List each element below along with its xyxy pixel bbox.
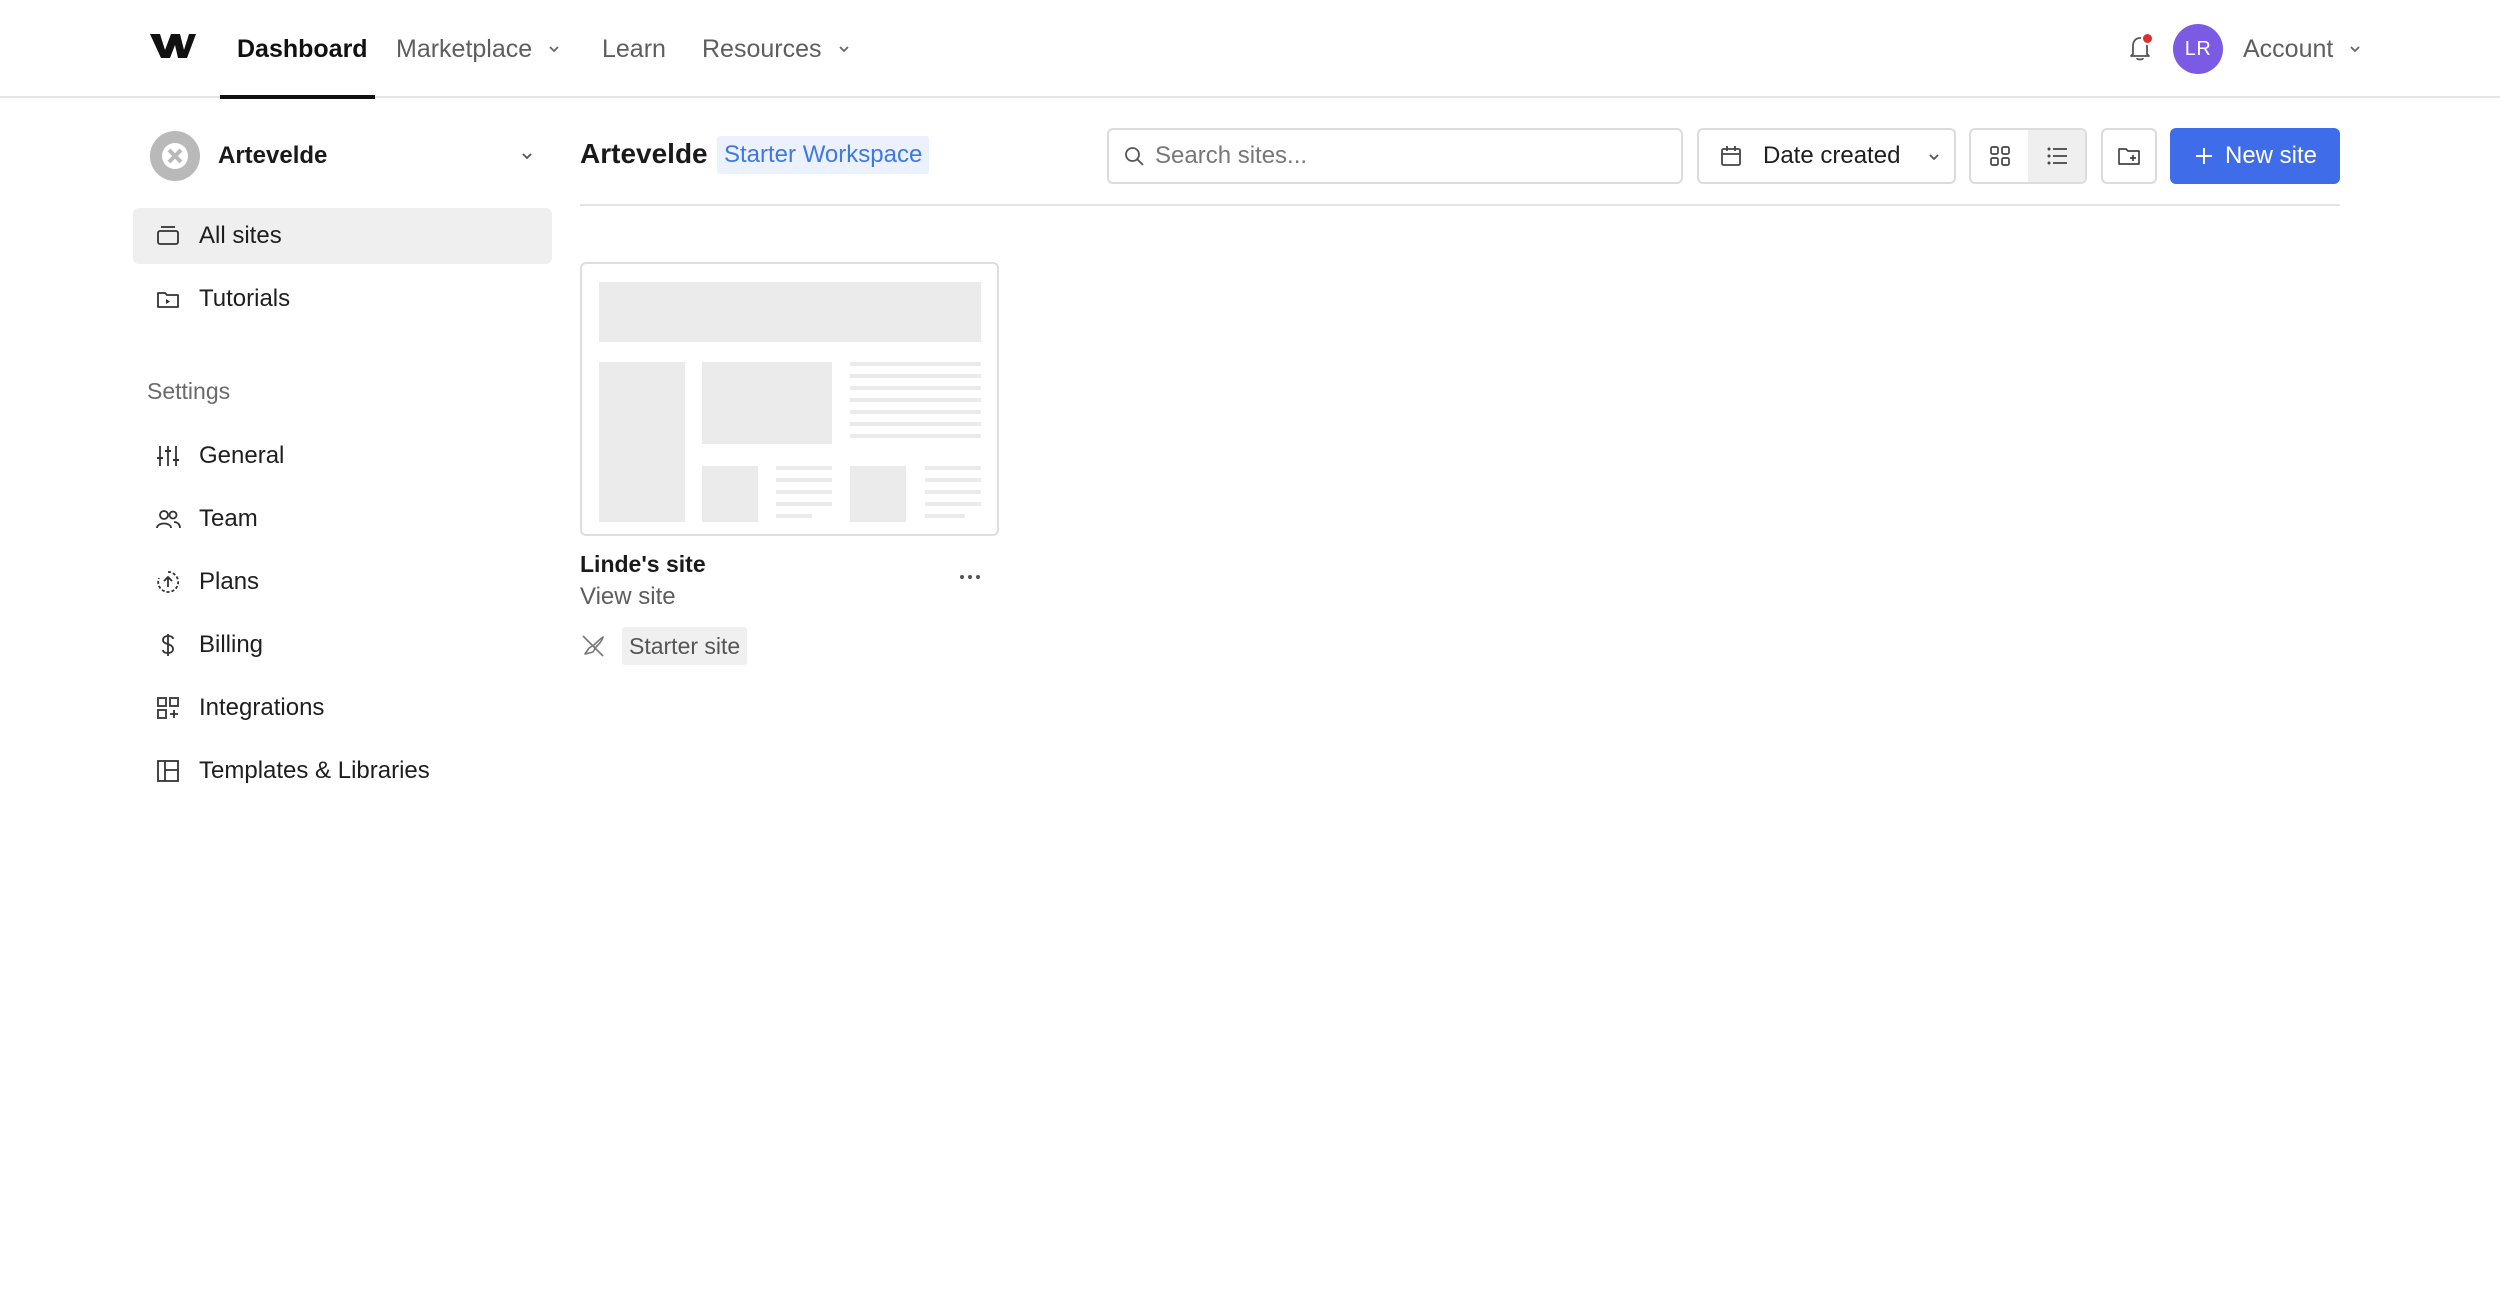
workspace-name: Artevelde xyxy=(218,142,328,169)
top-navigation-bar: Dashboard Marketplace Learn Resources LR… xyxy=(0,0,2500,99)
search-input[interactable] xyxy=(1155,142,1675,170)
folder-plus-icon xyxy=(2118,148,2140,165)
user-avatar[interactable]: LR xyxy=(2173,24,2223,74)
sidebar-item-label: Billing xyxy=(199,631,264,658)
nav-resources-label: Resources xyxy=(702,34,822,63)
integrations-icon xyxy=(157,697,179,719)
settings-heading: Settings xyxy=(147,378,231,404)
sidebar-item-tutorials[interactable]: Tutorials xyxy=(133,271,552,327)
chevron-down-icon xyxy=(838,46,849,53)
thumbnail-placeholder xyxy=(850,398,981,402)
nav-learn-label: Learn xyxy=(602,34,666,63)
account-label: Account xyxy=(2243,34,2334,63)
sidebar-item-plans[interactable]: Plans xyxy=(133,554,552,610)
view-site-link[interactable]: View site xyxy=(580,583,676,611)
thumbnail-placeholder xyxy=(925,478,981,482)
nav-dashboard-label: Dashboard xyxy=(237,34,368,63)
sidebar-item-all-sites[interactable]: All sites xyxy=(133,208,552,264)
site-options-button[interactable] xyxy=(955,562,985,592)
thumbnail-placeholder xyxy=(599,362,685,522)
thumbnail-placeholder xyxy=(925,502,981,506)
sidebar-item-label: Tutorials xyxy=(199,285,291,312)
new-site-button[interactable]: New site xyxy=(2170,128,2340,184)
sliders-icon xyxy=(157,446,179,466)
site-plan-badge: Starter site xyxy=(622,627,748,665)
new-site-label: New site xyxy=(2224,142,2318,169)
thumbnail-placeholder xyxy=(776,514,812,518)
search-field[interactable] xyxy=(1107,128,1683,184)
calendar-icon xyxy=(1721,146,1741,166)
thumbnail-placeholder xyxy=(850,374,981,378)
chevron-down-icon xyxy=(549,46,559,53)
sidebar-item-label: Team xyxy=(199,505,258,532)
tutorials-folder-icon xyxy=(157,292,179,308)
thumbnail-placeholder xyxy=(702,466,758,522)
nav-dashboard[interactable]: Dashboard xyxy=(237,0,368,98)
thumbnail-placeholder xyxy=(702,362,832,444)
thumbnail-placeholder xyxy=(850,362,981,366)
sidebar-item-label: All sites xyxy=(199,222,282,249)
thumbnail-placeholder xyxy=(776,466,832,470)
team-icon xyxy=(156,510,181,529)
new-folder-button[interactable] xyxy=(2101,128,2157,184)
thumbnail-placeholder xyxy=(776,478,832,482)
plans-icon xyxy=(157,571,180,593)
thumbnail-placeholder xyxy=(925,466,981,470)
nav-marketplace[interactable]: Marketplace xyxy=(396,0,564,98)
thumbnail-placeholder xyxy=(925,514,965,518)
thumbnail-placeholder xyxy=(850,466,906,522)
chevron-down-icon xyxy=(522,153,532,160)
view-mode-toggle xyxy=(1969,128,2087,184)
sidebar-item-label: General xyxy=(199,442,285,469)
sidebar-item-templates-libraries[interactable]: Templates & Libraries xyxy=(133,743,552,799)
sites-icon xyxy=(157,226,179,245)
plus-icon xyxy=(2195,148,2212,164)
sort-label: Date created xyxy=(1763,142,1901,169)
webflow-logo-icon[interactable] xyxy=(150,30,196,62)
thumbnail-placeholder xyxy=(850,386,981,390)
thumbnail-placeholder xyxy=(599,282,981,342)
sidebar-item-billing[interactable]: Billing xyxy=(133,617,552,673)
dollar-icon xyxy=(162,634,174,656)
chevron-down-icon xyxy=(1929,154,1939,161)
grid-view-button[interactable] xyxy=(1971,130,2028,182)
search-icon xyxy=(1125,147,1144,166)
page-title: Artevelde xyxy=(580,138,708,169)
header-divider xyxy=(580,204,2340,206)
thumbnail-placeholder xyxy=(776,502,832,506)
sidebar-item-label: Plans xyxy=(199,568,260,595)
workspace-logo-icon xyxy=(162,143,188,169)
thumbnail-placeholder xyxy=(850,410,981,414)
workspace-avatar xyxy=(150,131,200,181)
sidebar-item-integrations[interactable]: Integrations xyxy=(133,680,552,736)
notification-dot xyxy=(2141,32,2154,45)
sort-dropdown[interactable]: Date created xyxy=(1697,128,1956,184)
sidebar-item-general[interactable]: General xyxy=(133,428,552,484)
nav-resources[interactable]: Resources xyxy=(702,0,854,98)
thumbnail-placeholder xyxy=(776,490,832,494)
sidebar-item-label: Integrations xyxy=(199,694,325,721)
nav-learn[interactable]: Learn xyxy=(602,0,666,98)
publish-off-icon xyxy=(582,635,604,657)
active-nav-indicator xyxy=(220,95,375,99)
account-menu[interactable]: Account xyxy=(2243,0,2365,98)
site-thumbnail[interactable] xyxy=(580,262,999,536)
templates-icon xyxy=(157,760,179,782)
sidebar-item-label: Templates & Libraries xyxy=(199,757,430,784)
list-view-button[interactable] xyxy=(2028,130,2085,182)
sidebar-item-team[interactable]: Team xyxy=(133,491,552,547)
grid-view-icon xyxy=(1989,146,2010,166)
workspace-plan-badge[interactable]: Starter Workspace xyxy=(717,136,930,174)
list-view-icon xyxy=(2047,147,2067,165)
thumbnail-placeholder xyxy=(850,422,981,426)
workspace-switcher[interactable]: Artevelde xyxy=(150,128,545,184)
avatar-initials: LR xyxy=(2184,37,2212,60)
thumbnail-placeholder xyxy=(925,490,981,494)
site-name[interactable]: Linde's site xyxy=(580,551,706,578)
thumbnail-placeholder xyxy=(850,434,981,438)
nav-marketplace-label: Marketplace xyxy=(396,34,533,63)
more-horizontal-icon xyxy=(960,575,980,579)
chevron-down-icon xyxy=(2350,46,2360,53)
